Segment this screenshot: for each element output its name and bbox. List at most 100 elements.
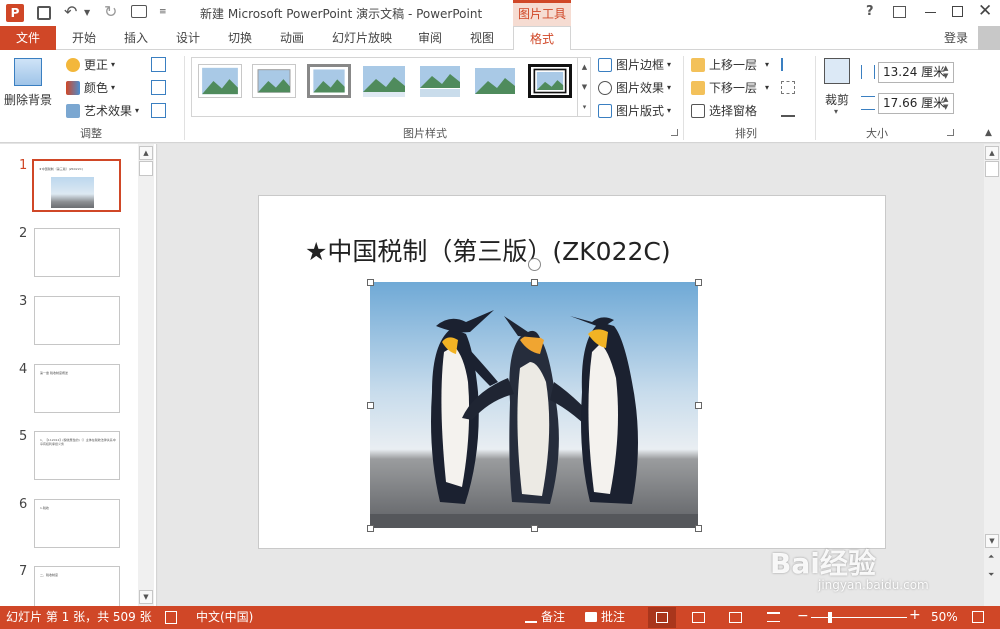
ribbon-display-icon[interactable]: [893, 6, 906, 18]
tab-transitions[interactable]: 切换: [218, 26, 262, 50]
minimize-icon[interactable]: [925, 12, 936, 13]
slide-thumbnail-2[interactable]: [34, 228, 120, 277]
tab-insert[interactable]: 插入: [114, 26, 158, 50]
reset-picture-icon[interactable]: [151, 103, 166, 118]
next-slide-icon[interactable]: ⏷: [988, 570, 994, 580]
slide-thumbnail-5[interactable]: 1、【112012】(税收属性的)（）主体在税收法律关系中享有权利承担义务: [34, 431, 120, 480]
picture-style-3[interactable]: [307, 64, 351, 98]
remove-background-button[interactable]: 删除背景: [4, 91, 52, 108]
corrections-button[interactable]: 更正 ▾: [66, 56, 115, 73]
width-spinner-icon[interactable]: ▲ ▼: [943, 95, 948, 111]
rotate-icon[interactable]: [781, 104, 795, 117]
align-icon[interactable]: [781, 58, 795, 71]
help-icon[interactable]: ?: [866, 4, 874, 19]
selection-pane-button[interactable]: 选择窗格: [691, 102, 757, 119]
resize-handle-top-right[interactable]: [695, 279, 702, 286]
slide-thumbnail-6[interactable]: 1.税收: [34, 499, 120, 548]
gallery-more-icon[interactable]: ▾: [577, 97, 591, 117]
zoom-slider[interactable]: [811, 617, 907, 618]
editor-scroll-up-icon[interactable]: ▲: [985, 146, 999, 160]
gallery-scroll-up-icon[interactable]: ▲: [577, 57, 591, 77]
resize-handle-left[interactable]: [367, 402, 374, 409]
tab-home[interactable]: 开始: [62, 26, 106, 50]
undo-dropdown-icon[interactable]: ▼: [84, 8, 90, 17]
picture-style-4[interactable]: [362, 64, 406, 98]
resize-handle-bottom[interactable]: [531, 525, 538, 532]
collapse-ribbon-icon[interactable]: ▲: [985, 128, 992, 138]
zoom-in-icon[interactable]: +: [909, 607, 921, 623]
save-icon[interactable]: [37, 6, 51, 20]
editor-scroll-down-icon[interactable]: ▼: [985, 534, 999, 548]
resize-handle-bottom-left[interactable]: [367, 525, 374, 532]
slide-thumbnail-1[interactable]: ★中国税制（第三版）(ZK022C): [32, 159, 121, 212]
close-icon[interactable]: ✕: [978, 1, 992, 21]
picture-border-button[interactable]: 图片边框 ▾: [598, 56, 671, 73]
thumbnail-scroll-down-icon[interactable]: ▼: [139, 590, 153, 604]
editor-scroll-thumb[interactable]: [985, 161, 999, 177]
zoom-level[interactable]: 50%: [931, 606, 958, 629]
app-icon[interactable]: P: [6, 4, 24, 22]
language-status[interactable]: 中文(中国): [196, 606, 253, 629]
send-backward-button[interactable]: 下移一层 ▾: [691, 79, 769, 96]
picture-style-2[interactable]: [252, 64, 296, 98]
slide-title[interactable]: ★中国税制（第三版）(ZK022C): [305, 232, 671, 268]
crop-icon[interactable]: [824, 58, 850, 84]
height-spinner-icon[interactable]: ▲ ▼: [943, 64, 948, 80]
picture-style-1[interactable]: [198, 64, 242, 98]
bring-forward-button[interactable]: 上移一层 ▾: [691, 56, 769, 73]
slideshow-view-icon[interactable]: [767, 612, 780, 622]
zoom-slider-thumb[interactable]: [828, 612, 832, 623]
picture-style-5[interactable]: [418, 64, 462, 98]
picture-layout-button[interactable]: 图片版式 ▾: [598, 102, 671, 119]
login-link[interactable]: 登录: [936, 26, 976, 50]
slide-thumbnail-7[interactable]: 二、税收制度: [34, 566, 120, 606]
comments-icon[interactable]: [585, 612, 597, 622]
customize-qat-icon[interactable]: ≡: [159, 7, 167, 17]
tab-design[interactable]: 设计: [166, 26, 210, 50]
previous-slide-icon[interactable]: ⏶: [988, 552, 994, 562]
picture-effects-button[interactable]: 图片效果 ▾: [598, 79, 671, 96]
slide-thumbnail-4[interactable]: 第一章 税收制度概述: [34, 364, 120, 413]
resize-handle-top-left[interactable]: [367, 279, 374, 286]
maximize-icon[interactable]: [952, 6, 963, 17]
zoom-out-icon[interactable]: −: [797, 608, 809, 624]
compress-pictures-icon[interactable]: [151, 57, 166, 72]
group-icon[interactable]: [781, 81, 795, 94]
tab-file[interactable]: 文件: [0, 26, 56, 50]
crop-dropdown-icon[interactable]: ▾: [834, 107, 838, 116]
redo-icon[interactable]: ↻: [104, 2, 117, 21]
notes-button[interactable]: 备注: [541, 606, 565, 629]
resize-handle-bottom-right[interactable]: [695, 525, 702, 532]
picture-style-7[interactable]: [528, 64, 572, 98]
reading-view-icon[interactable]: [729, 612, 742, 623]
start-from-beginning-icon[interactable]: [131, 5, 147, 18]
slide-sorter-icon[interactable]: [692, 612, 705, 623]
notes-icon[interactable]: [525, 613, 537, 623]
crop-button[interactable]: 裁剪: [825, 91, 849, 108]
avatar[interactable]: [978, 26, 1000, 50]
artistic-effects-button[interactable]: 艺术效果 ▾: [66, 102, 139, 119]
thumbnail-scroll-up-icon[interactable]: ▲: [139, 146, 153, 160]
resize-handle-top[interactable]: [531, 279, 538, 286]
thumbnail-scroll-thumb[interactable]: [139, 161, 153, 176]
change-picture-icon[interactable]: [151, 80, 166, 95]
slide-thumbnail-3[interactable]: [34, 296, 120, 345]
size-dialog-launcher-icon[interactable]: [947, 129, 954, 136]
thumbnail-scrollbar[interactable]: [138, 144, 154, 606]
comments-button[interactable]: 批注: [601, 606, 625, 629]
tab-animations[interactable]: 动画: [270, 26, 314, 50]
undo-icon[interactable]: ↶: [64, 2, 77, 21]
rotate-handle-icon[interactable]: [528, 258, 541, 271]
penguins-picture[interactable]: [370, 282, 698, 528]
picture-style-6[interactable]: [473, 64, 517, 98]
color-button[interactable]: 颜色 ▾: [66, 79, 115, 96]
tab-format[interactable]: 格式: [513, 26, 571, 51]
dialog-launcher-icon[interactable]: [671, 129, 678, 136]
remove-background-icon[interactable]: [14, 58, 42, 86]
tab-view[interactable]: 视图: [460, 26, 504, 50]
tab-review[interactable]: 审阅: [408, 26, 452, 50]
resize-handle-right[interactable]: [695, 402, 702, 409]
tab-slideshow[interactable]: 幻灯片放映: [322, 26, 402, 50]
fit-to-window-icon[interactable]: [972, 611, 984, 623]
gallery-scroll-down-icon[interactable]: ▼: [577, 77, 591, 97]
